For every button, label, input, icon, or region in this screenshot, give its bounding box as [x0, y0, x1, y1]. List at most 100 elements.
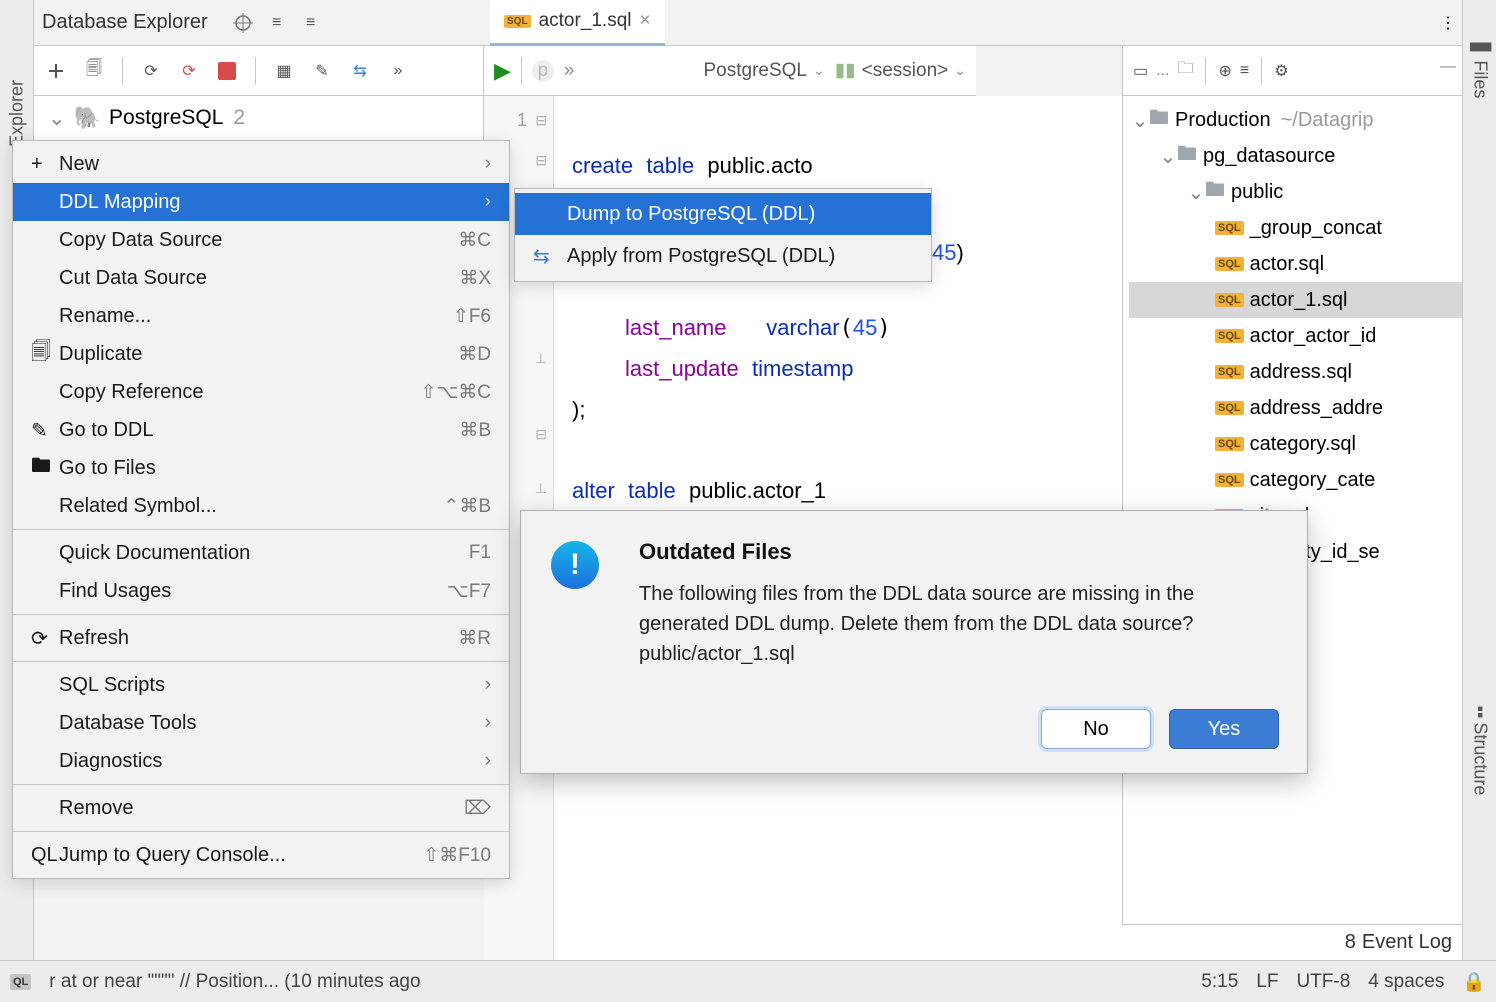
- duplicate-icon: 🗐: [31, 337, 59, 371]
- add-icon[interactable]: [42, 57, 70, 85]
- select-opened-icon[interactable]: ▭: [1133, 61, 1148, 81]
- submenu-item-apply-from-postgresql-ddl[interactable]: ⇆Apply from PostgreSQL (DDL): [515, 235, 931, 277]
- sql-file-icon: SQL: [1215, 437, 1244, 451]
- expand-icon[interactable]: ≡: [1240, 62, 1249, 80]
- menu-item-diagnostics[interactable]: Diagnostics›: [13, 742, 509, 780]
- menu-separator: [13, 614, 509, 615]
- database-tree-root[interactable]: ⌄ 🐘 PostgreSQL 2: [34, 96, 484, 140]
- target-icon[interactable]: [230, 10, 256, 36]
- dialog-title: Outdated Files: [639, 539, 1279, 565]
- folder-icon: 🖿: [1177, 139, 1197, 173]
- shortcut: ⌘C: [458, 229, 491, 252]
- menu-item-refresh[interactable]: ⟳Refresh⌘R: [13, 619, 509, 657]
- fold-icon[interactable]: ⊟: [535, 426, 547, 443]
- root-label: Production: [1175, 109, 1271, 132]
- datasource-selector[interactable]: PostgreSQL ⌄: [703, 60, 824, 82]
- files-tab[interactable]: ▋ Files: [1469, 43, 1490, 99]
- menu-item-ddl-mapping[interactable]: DDL Mapping›: [13, 183, 509, 221]
- chevron-right-icon: ›: [485, 750, 491, 772]
- file-item[interactable]: SQLactor_actor_id: [1129, 318, 1462, 354]
- menu-item-cut-data-source[interactable]: Cut Data Source⌘X: [13, 259, 509, 297]
- fold-icon[interactable]: ⊟: [535, 152, 547, 169]
- gear-icon[interactable]: ⚙: [1274, 61, 1288, 81]
- line-ending[interactable]: LF: [1256, 971, 1278, 993]
- menu-item-sql-scripts[interactable]: SQL Scripts›: [13, 666, 509, 704]
- tree-root[interactable]: ⌄ 🖿 Production ~/Datagrip: [1129, 102, 1462, 138]
- target-icon[interactable]: ⊕: [1218, 61, 1231, 81]
- yes-button[interactable]: Yes: [1169, 709, 1279, 749]
- menu-item-go-to-files[interactable]: 🖿Go to Files: [13, 449, 509, 487]
- folder-open-icon[interactable]: 🗀: [1177, 57, 1193, 84]
- console-icon[interactable]: QL: [10, 974, 31, 990]
- shortcut: ⌘B: [459, 419, 491, 442]
- menu-item-label: Duplicate: [59, 343, 458, 366]
- expand-toolbar[interactable]: »: [564, 60, 575, 82]
- no-button[interactable]: No: [1041, 709, 1151, 749]
- menu-item-remove[interactable]: Remove⌦: [13, 789, 509, 827]
- file-item[interactable]: SQLaddress_addre: [1129, 390, 1462, 426]
- file-item[interactable]: SQLactor.sql: [1129, 246, 1462, 282]
- indent[interactable]: 4 spaces: [1368, 971, 1444, 993]
- tree-datasource[interactable]: ⌄ 🖿 pg_datasource: [1129, 138, 1462, 174]
- menu-item-new[interactable]: +New›: [13, 145, 509, 183]
- menu-item-copy-data-source[interactable]: Copy Data Source⌘C: [13, 221, 509, 259]
- menu-item-copy-reference[interactable]: Copy Reference⇧⌥⌘C: [13, 373, 509, 411]
- edit-icon[interactable]: ✎: [308, 57, 336, 85]
- file-name: category_cate: [1250, 469, 1376, 492]
- sql-file-icon: SQL: [1215, 329, 1244, 343]
- session-selector-label: <session>: [862, 60, 949, 82]
- session-selector[interactable]: ▮▮ <session> ⌄: [835, 59, 966, 82]
- menu-item-related-symbol[interactable]: Related Symbol...⌃⌘B: [13, 487, 509, 525]
- run-icon[interactable]: ▶: [494, 58, 511, 84]
- editor-tabs: SQL actor_1.sql × ⋮: [484, 0, 1462, 46]
- lock-icon[interactable]: 🔒: [1462, 970, 1486, 994]
- menu-item-rename[interactable]: Rename...⇧F6: [13, 297, 509, 335]
- menu-item-go-to-ddl[interactable]: ✎Go to DDL⌘B: [13, 411, 509, 449]
- sql-file-icon: SQL: [504, 15, 531, 28]
- menu-item-jump-to-query-console[interactable]: QLJump to Query Console...⇧⌘F10: [13, 836, 509, 874]
- fold-end-icon: ⊥: [535, 350, 547, 367]
- file-name: _group_concat: [1250, 217, 1382, 240]
- menu-item-label: Go to Files: [59, 457, 491, 480]
- sync-icon[interactable]: ⟳: [175, 57, 203, 85]
- line-number: 1: [517, 110, 527, 131]
- close-icon[interactable]: ×: [640, 10, 651, 32]
- tab-more-icon[interactable]: ⋮: [1440, 13, 1456, 33]
- structure-tab[interactable]: ▪▪ Structure: [1469, 706, 1490, 796]
- fold-icon[interactable]: ⊟: [535, 112, 547, 129]
- menu-item-duplicate[interactable]: 🗐Duplicate⌘D: [13, 335, 509, 373]
- more-icon[interactable]: »: [384, 57, 412, 85]
- file-item[interactable]: SQLaddress.sql: [1129, 354, 1462, 390]
- editor-run-toolbar: ▶ p » PostgreSQL ⌄ ▮▮ <session> ⌄: [484, 46, 976, 96]
- menu-item-quick-documentation[interactable]: Quick DocumentationF1: [13, 534, 509, 572]
- tree-schema[interactable]: ⌄ 🖿 public: [1129, 174, 1462, 210]
- editor-tab-active[interactable]: SQL actor_1.sql ×: [490, 0, 665, 46]
- menu-item-find-usages[interactable]: Find Usages⌥F7: [13, 572, 509, 610]
- caret-position[interactable]: 5:15: [1201, 971, 1238, 993]
- hide-panel-icon[interactable]: —: [1440, 58, 1456, 76]
- file-name: actor_1.sql: [1250, 289, 1348, 312]
- chevron-down-icon: ⌄: [813, 62, 825, 79]
- refresh-icon[interactable]: ⟳: [137, 57, 165, 85]
- folder-icon: ▋: [1469, 43, 1490, 57]
- sql-file-icon: SQL: [1215, 293, 1244, 307]
- compare-icon[interactable]: ⇆: [346, 57, 374, 85]
- tbl-name: public.acto: [707, 153, 812, 178]
- encoding[interactable]: UTF-8: [1296, 971, 1350, 993]
- collapse-all-icon[interactable]: ≡: [298, 10, 324, 36]
- schema-chip[interactable]: p: [532, 60, 554, 82]
- file-item[interactable]: SQL_group_concat: [1129, 210, 1462, 246]
- submenu-item-dump-to-postgresql-ddl[interactable]: Dump to PostgreSQL (DDL): [515, 193, 931, 235]
- stop-icon[interactable]: [213, 57, 241, 85]
- file-item[interactable]: SQLcategory_cate: [1129, 462, 1462, 498]
- file-item[interactable]: SQL actor_1.sql: [1129, 282, 1462, 318]
- duplicate-icon[interactable]: 🗐: [80, 57, 108, 85]
- menu-item-database-tools[interactable]: Database Tools›: [13, 704, 509, 742]
- table-icon[interactable]: ▦: [270, 57, 298, 85]
- chevron-down-icon: ⌄: [1131, 108, 1149, 133]
- shortcut: ⌘R: [458, 627, 491, 650]
- expand-all-icon[interactable]: ≡: [264, 10, 290, 36]
- file-item[interactable]: SQLcategory.sql: [1129, 426, 1462, 462]
- sql-file-icon: SQL: [1215, 401, 1244, 415]
- event-log-button[interactable]: 8 Event Log: [1122, 924, 1462, 960]
